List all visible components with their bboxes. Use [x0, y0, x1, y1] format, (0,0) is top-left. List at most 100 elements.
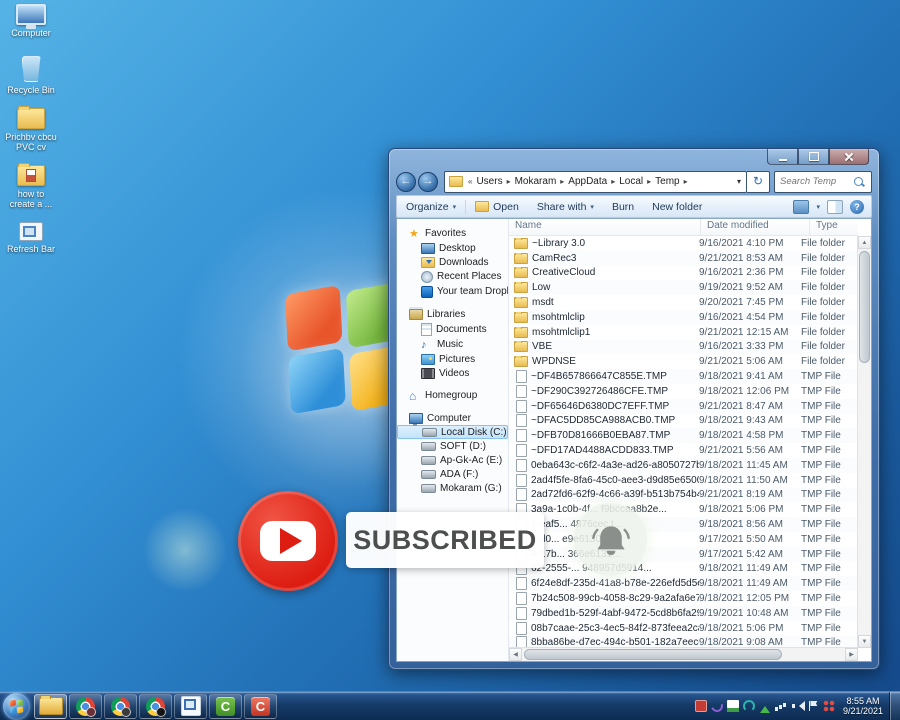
- table-row[interactable]: CreativeCloud 9/16/2021 2:36 PM File folde…: [509, 266, 858, 281]
- breadcrumb[interactable]: « Users ▸ Mokaram ▸ AppData ▸ Local ▸ Temp ▸ ▾: [444, 170, 747, 193]
- table-row[interactable]: 2ad4f5fe-8fa6-45c0-aee3-d9d85e650010.t..…: [509, 473, 858, 488]
- forward-button[interactable]: →: [418, 171, 438, 192]
- minimize-button[interactable]: [767, 149, 798, 165]
- breadcrumb-segment-users[interactable]: Users: [473, 176, 505, 187]
- sidebar-section-favorites[interactable]: Favorites: [397, 226, 508, 241]
- explorer-window[interactable]: ← → « Users ▸ Mokaram ▸ AppData ▸ Local ▸ Temp ▸ …: [388, 148, 880, 670]
- refresh-button[interactable]: ↻: [747, 170, 770, 193]
- close-button[interactable]: [829, 149, 869, 165]
- table-row[interactable]: ~DFD17AD4488ACDD833.TMP 9/21/2021 5:56 AM…: [509, 443, 858, 458]
- table-row[interactable]: msohtmlclip 9/16/2021 4:54 PM File folder: [509, 309, 858, 325]
- table-row[interactable]: msdt 9/20/2021 7:45 PM File folder: [509, 295, 858, 310]
- sidebar-item-downloads[interactable]: Downloads: [397, 255, 508, 269]
- table-row[interactable]: ~Library 3.0 9/16/2021 4:10 PM File folder: [509, 236, 858, 251]
- toolbar-item-open[interactable]: Open: [466, 201, 528, 213]
- search-input[interactable]: [775, 176, 852, 187]
- table-row[interactable]: msohtmlclip1 9/21/2021 12:15 AM File folde…: [509, 325, 858, 340]
- table-row[interactable]: ~DF290C392726486CFE.TMP 9/18/2021 12:06 P…: [509, 384, 858, 399]
- views-icon[interactable]: [793, 199, 810, 214]
- horizontal-scrollbar[interactable]: ◀ ▶: [509, 647, 858, 661]
- table-row[interactable]: VBE 9/16/2021 3:33 PM File folder: [509, 339, 858, 355]
- breadcrumb-arrow-icon[interactable]: ▸: [506, 177, 512, 186]
- preview-pane-icon[interactable]: [827, 199, 843, 214]
- table-row[interactable]: 3a9a-1c0b-4f... f9bccaa8b2e... 9/18/2021 …: [509, 502, 858, 517]
- desktop-icon-prichbv-cbcu[interactable]: Prichbv cbcu PVC cv: [0, 106, 62, 152]
- help-icon[interactable]: ?: [850, 199, 864, 214]
- taskbar-clock[interactable]: 8:55 AM 9/21/2021: [839, 696, 889, 716]
- desktop-icon-how-to[interactable]: how to create a ...: [0, 163, 62, 209]
- tray-purple-swoosh-icon[interactable]: [708, 698, 725, 714]
- back-button[interactable]: ←: [396, 171, 416, 192]
- start-button[interactable]: [3, 692, 30, 720]
- sidebar-item-local-disk-c[interactable]: Local Disk (C:): [397, 425, 508, 439]
- tray-sync-swirl-icon[interactable]: [742, 700, 755, 712]
- camtasia-studio-button[interactable]: C: [209, 693, 242, 719]
- toolbar-item-organize[interactable]: Organize ▾: [397, 201, 465, 213]
- breadcrumb-segment-appdata[interactable]: AppData: [565, 176, 610, 187]
- show-desktop-button[interactable]: [889, 692, 900, 720]
- toolbar-item-share-with[interactable]: Share with ▾: [528, 201, 603, 213]
- sidebar-item-recent-places[interactable]: Recent Places: [397, 269, 508, 284]
- tray-chart-doc-icon[interactable]: [726, 700, 739, 712]
- address-dropdown-icon[interactable]: ▾: [732, 177, 746, 186]
- volume-icon[interactable]: [791, 700, 805, 712]
- sidebar-item-music[interactable]: Music: [397, 337, 508, 352]
- action-center-flag-icon[interactable]: [807, 700, 819, 712]
- vertical-scrollbar-thumb[interactable]: [859, 251, 870, 363]
- breadcrumb-arrow-icon[interactable]: ▸: [683, 177, 689, 186]
- tray-red-dots-icon[interactable]: [822, 700, 835, 712]
- breadcrumb-segment-local[interactable]: Local: [616, 176, 646, 187]
- table-row[interactable]: 0eba643c-c6f2-4a3e-ad26-a8050727b4b4...9…: [509, 457, 858, 473]
- table-row[interactable]: 1-eaf5... 4876cec.t...9/18/2021 8:56 AMT…: [509, 517, 858, 532]
- scroll-up-icon[interactable]: ▲: [858, 236, 871, 249]
- sidebar-section-libraries[interactable]: Libraries: [397, 307, 508, 321]
- scroll-left-icon[interactable]: ◀: [509, 648, 522, 661]
- horizontal-scrollbar-thumb[interactable]: [524, 649, 783, 660]
- chrome-3-button[interactable]: [139, 693, 172, 719]
- breadcrumb-segment-mokaram[interactable]: Mokaram: [512, 176, 560, 187]
- tray-green-arrow-icon[interactable]: [759, 700, 771, 713]
- table-row[interactable]: 6f24e8df-235d-41a8-b78e-226efd5d5e29...9…: [509, 576, 858, 592]
- scroll-right-icon[interactable]: ▶: [845, 648, 858, 661]
- table-row[interactable]: ~DF65646D6380DC7EFF.TMP 9/21/2021 8:47 AM…: [509, 398, 858, 414]
- table-row[interactable]: 7b24c508-99cb-4058-8c29-9a2afa6e7e1a...9…: [509, 591, 858, 606]
- sidebar-item-ap-gk-ac-e[interactable]: Ap-Gk-Ac (E:): [397, 453, 508, 467]
- camtasia-recorder-button[interactable]: C: [244, 693, 277, 719]
- table-row[interactable]: 2ad72fd6-62f9-4c66-a39f-b513b754b40c.t..…: [509, 487, 858, 503]
- office-app-button[interactable]: [174, 693, 207, 719]
- scroll-down-icon[interactable]: ▼: [858, 635, 871, 648]
- desktop-icon-recycle-bin[interactable]: Recycle Bin: [0, 56, 62, 95]
- table-row[interactable]: 62-2555-... 948957d5914...9/18/2021 11:4…: [509, 562, 858, 577]
- network-icon[interactable]: [774, 700, 787, 712]
- table-row[interactable]: 4-d0... e9e61304... 9/17/2021 5:50 AM TMP …: [509, 532, 858, 547]
- breadcrumb-segment-temp[interactable]: Temp: [652, 176, 682, 187]
- sidebar-section-homegroup[interactable]: Homegroup: [397, 388, 508, 403]
- chrome-2-button[interactable]: [104, 693, 137, 719]
- explorer-button[interactable]: [34, 693, 67, 719]
- column-header-date-modified[interactable]: Date modified: [701, 219, 810, 235]
- sidebar-item-pictures[interactable]: Pictures: [397, 352, 508, 366]
- table-row[interactable]: WPDNSE 9/21/2021 5:06 AM File folder: [509, 354, 858, 369]
- sidebar-item-mokaram-g[interactable]: Mokaram (G:): [397, 481, 508, 495]
- sidebar-item-ada-f[interactable]: ADA (F:): [397, 467, 508, 481]
- sidebar-item-desktop[interactable]: Desktop: [397, 241, 508, 255]
- sidebar-item-videos[interactable]: Videos: [397, 366, 508, 380]
- maximize-button[interactable]: [798, 149, 829, 165]
- search-box[interactable]: [774, 170, 872, 193]
- table-row[interactable]: 79dbed1b-529f-4abf-9472-5cd8b6fa2921.t..…: [509, 605, 858, 621]
- table-row[interactable]: 08b7caae-25c3-4ec5-84f2-873feea2ca2b.t..…: [509, 621, 858, 636]
- table-row[interactable]: ~DF4B657866647C855E.TMP 9/18/2021 9:41 AM…: [509, 369, 858, 384]
- desktop-icon-computer[interactable]: Computer: [0, 4, 62, 38]
- tray-red-app-icon[interactable]: [694, 700, 707, 712]
- table-row[interactable]: Low 9/19/2021 9:52 AM File folder: [509, 280, 858, 296]
- table-row[interactable]: CamRec3 9/21/2021 8:53 AM File folder: [509, 250, 858, 266]
- toolbar-item-burn[interactable]: Burn: [603, 201, 643, 213]
- sidebar-item-documents[interactable]: Documents: [397, 321, 508, 337]
- column-header-type[interactable]: Type: [810, 219, 858, 235]
- chrome-1-button[interactable]: [69, 693, 102, 719]
- desktop-icon-refresh-bar[interactable]: Refresh Bar: [0, 222, 62, 254]
- table-row[interactable]: 4-17b... 366e6131... 9/17/2021 5:42 AM TMP…: [509, 546, 858, 562]
- views-dropdown-icon[interactable]: ▾: [816, 203, 820, 211]
- table-row[interactable]: ~DFB70D81666B0EBA87.TMP 9/18/2021 4:58 PM…: [509, 428, 858, 444]
- toolbar-item-new-folder[interactable]: New folder: [643, 201, 711, 213]
